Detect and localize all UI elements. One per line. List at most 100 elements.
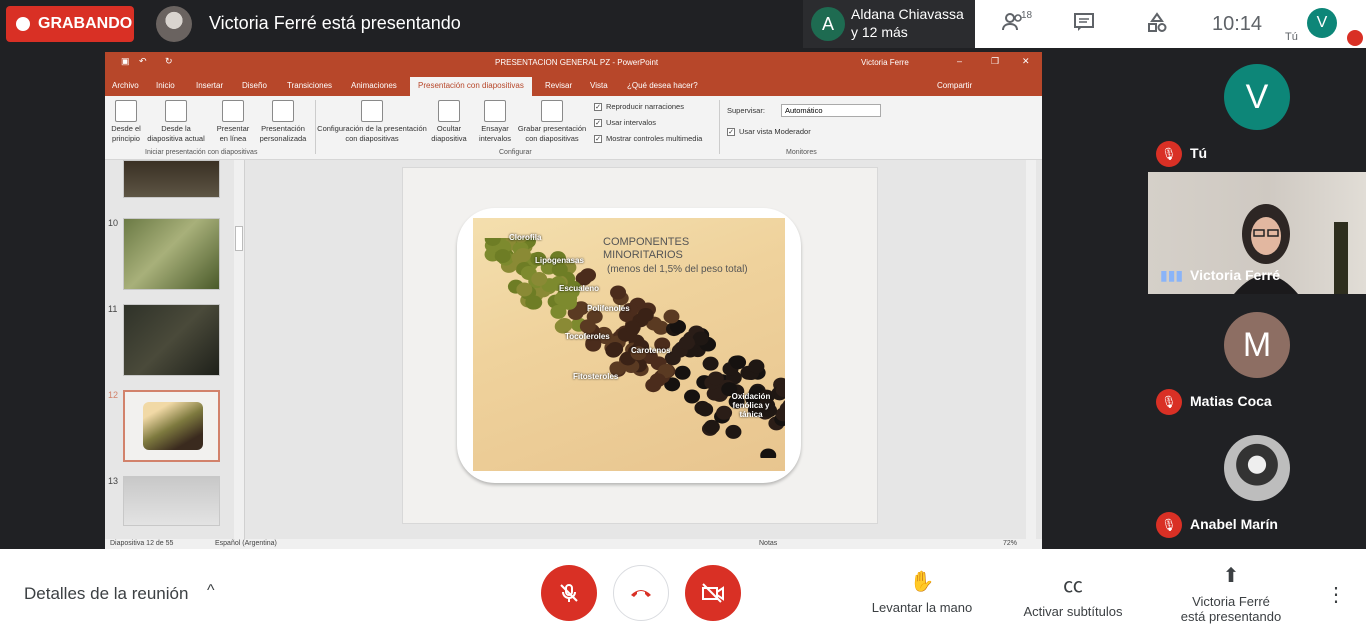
label-lipogenasas: Lipogenasas bbox=[535, 256, 584, 265]
notes-button[interactable]: Notas bbox=[759, 540, 777, 547]
olive-shape bbox=[607, 341, 624, 356]
olive-shape bbox=[649, 373, 666, 388]
tab-animaciones[interactable]: Animaciones bbox=[351, 81, 397, 90]
olive-shape bbox=[725, 424, 742, 439]
powerpoint-titlebar: ▣ ↶ ↻ PRESENTACION GENERAL PZ - PowerPoi… bbox=[105, 52, 1042, 75]
setup-icon bbox=[361, 100, 383, 122]
olive-shape bbox=[531, 272, 548, 287]
olive-shape bbox=[692, 331, 709, 346]
participant-tile[interactable]: 🎙 Anabel Marín bbox=[1148, 419, 1366, 541]
olive-shape bbox=[624, 320, 641, 335]
participant-name: Aldana Chiavassa bbox=[851, 6, 964, 22]
slide-scrollbar[interactable] bbox=[1026, 160, 1036, 540]
tab-diseno[interactable]: Diseño bbox=[242, 81, 267, 90]
presenting-button[interactable]: ⬆ Victoria Ferré está presentando bbox=[1176, 563, 1286, 624]
slide-thumbnail[interactable] bbox=[123, 160, 220, 198]
tab-revisar[interactable]: Revisar bbox=[545, 81, 572, 90]
me-avatar[interactable]: V bbox=[1307, 8, 1337, 38]
monitor-select[interactable]: Automático bbox=[781, 104, 881, 117]
tab-insertar[interactable]: Insertar bbox=[196, 81, 223, 90]
custom-show-button[interactable]: Presentación personalizada bbox=[255, 100, 311, 144]
label-polifenoles: Polifenoles bbox=[587, 304, 630, 313]
timer-icon bbox=[484, 100, 506, 122]
olive-shape bbox=[684, 389, 701, 404]
close-icon[interactable]: ✕ bbox=[1022, 56, 1030, 67]
mic-off-icon: 🎙 bbox=[1156, 512, 1182, 538]
more-options-icon[interactable]: ⋮ bbox=[1326, 582, 1346, 607]
save-icon[interactable]: ▣ bbox=[121, 56, 130, 67]
hang-up-button[interactable] bbox=[613, 565, 669, 621]
captions-icon: ㏄ bbox=[1063, 575, 1083, 597]
ribbon-tabs: Archivo Inicio Insertar Diseño Transicio… bbox=[105, 75, 1042, 96]
olive-shape bbox=[730, 355, 747, 370]
rehearse-button[interactable]: Ensayar intervalos bbox=[477, 100, 513, 144]
olive-shape bbox=[554, 291, 571, 306]
participant-tile[interactable]: V 🎙 Tú bbox=[1148, 48, 1366, 170]
slide-number: 12 bbox=[108, 390, 119, 400]
avatar: A bbox=[811, 7, 845, 41]
slide-thumbnail[interactable] bbox=[123, 218, 220, 290]
olive-shape bbox=[494, 249, 511, 264]
hide-slide-icon bbox=[438, 100, 460, 122]
from-start-button[interactable]: Desde el principio bbox=[108, 100, 144, 144]
present-screen-icon: ⬆ bbox=[1222, 565, 1240, 587]
label-clorofila: Clorofila bbox=[509, 233, 542, 242]
hide-slide-button[interactable]: Ocultar diapositiva bbox=[427, 100, 471, 144]
hand-icon: ✋ bbox=[909, 571, 935, 593]
camera-off-icon bbox=[702, 583, 724, 603]
participant-tile[interactable]: M 🎙 Matias Coca bbox=[1148, 296, 1366, 418]
narrations-checkbox[interactable]: ✓ Reproducir narraciones bbox=[594, 102, 684, 111]
record-dot-icon bbox=[16, 17, 30, 31]
presenter-view-checkbox[interactable]: ✓ Usar vista Moderador bbox=[727, 127, 811, 136]
tab-inicio[interactable]: Inicio bbox=[156, 81, 175, 90]
avatar: V bbox=[1224, 64, 1290, 130]
tab-archivo[interactable]: Archivo bbox=[112, 81, 139, 90]
top-bar: GRABANDO Victoria Ferré está presentando… bbox=[0, 0, 1366, 48]
recording-badge[interactable]: GRABANDO bbox=[6, 6, 134, 42]
participant-more: y 12 más bbox=[851, 24, 908, 40]
participant-name: Anabel Marín bbox=[1190, 516, 1278, 532]
participant-name: Victoria Ferré bbox=[1190, 267, 1281, 283]
custom-show-icon bbox=[272, 100, 294, 122]
raise-hand-button[interactable]: ✋ Levantar la mano bbox=[868, 569, 976, 615]
share-button[interactable]: Compartir bbox=[937, 81, 972, 90]
slide-thumbnail-selected[interactable] bbox=[123, 390, 220, 462]
present-online-button[interactable]: Presentar en línea bbox=[213, 100, 253, 144]
record-button[interactable]: Grabar presentación con diapositivas bbox=[515, 100, 589, 144]
timings-checkbox[interactable]: ✓ Usar intervalos bbox=[594, 118, 656, 127]
mic-toggle-button[interactable] bbox=[541, 565, 597, 621]
olive-shape bbox=[748, 359, 765, 374]
chat-icon[interactable] bbox=[1072, 12, 1096, 36]
group-label: Monitores bbox=[786, 149, 817, 156]
clock: 10:14 bbox=[1212, 13, 1263, 35]
olive-shape bbox=[702, 356, 719, 371]
thumbnail-scrollbar[interactable] bbox=[234, 160, 244, 540]
zoom-level[interactable]: 72% bbox=[1003, 540, 1017, 547]
media-controls-checkbox[interactable]: ✓ Mostrar controles multimedia bbox=[594, 134, 702, 143]
tab-transiciones[interactable]: Transiciones bbox=[287, 81, 332, 90]
camera-toggle-button[interactable] bbox=[685, 565, 741, 621]
speaking-icon: ▮▮▮ bbox=[1160, 267, 1184, 283]
participant-tile[interactable]: ▮▮▮ Victoria Ferré bbox=[1148, 172, 1366, 294]
tab-vista[interactable]: Vista bbox=[590, 81, 608, 90]
tab-presentacion[interactable]: Presentación con diapositivas bbox=[410, 77, 532, 96]
from-current-button[interactable]: Desde la diapositiva actual bbox=[145, 100, 207, 144]
meeting-details-button[interactable]: Detalles de la reunión bbox=[24, 584, 188, 604]
phone-hangup-icon bbox=[631, 590, 651, 597]
undo-icon[interactable]: ↶ bbox=[139, 56, 147, 67]
setup-button[interactable]: Configuración de la presentación con dia… bbox=[317, 100, 427, 144]
tell-me-search[interactable]: ¿Qué desea hacer? bbox=[627, 81, 698, 90]
other-participants-chip[interactable]: A Aldana Chiavassa y 12 más bbox=[803, 0, 975, 48]
restore-icon[interactable]: ❐ bbox=[991, 56, 999, 67]
slide-thumbnail[interactable] bbox=[123, 304, 220, 376]
label-fitosteroles: Fitosteroles bbox=[573, 372, 619, 381]
olive-shape bbox=[516, 282, 533, 297]
activities-icon[interactable] bbox=[1145, 12, 1169, 36]
chevron-up-icon[interactable]: ^ bbox=[207, 582, 215, 600]
slide-thumbnail[interactable] bbox=[123, 476, 220, 526]
redo-icon[interactable]: ↻ bbox=[165, 56, 173, 67]
minimize-icon[interactable]: – bbox=[957, 56, 962, 66]
captions-button[interactable]: ㏄ Activar subtítulos bbox=[1017, 569, 1129, 619]
olive-shape bbox=[637, 307, 654, 322]
mic-off-icon bbox=[1347, 30, 1363, 46]
